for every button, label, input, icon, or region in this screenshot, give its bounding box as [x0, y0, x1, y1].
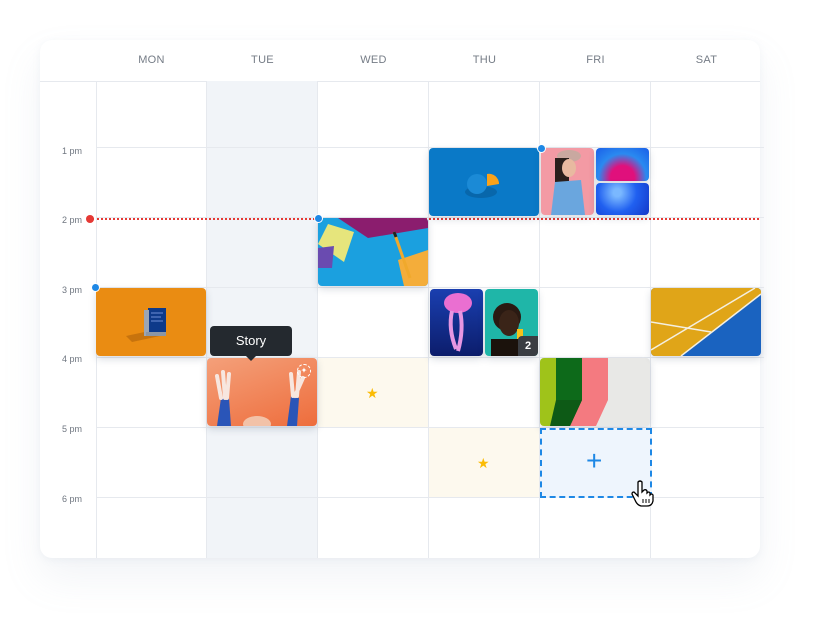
day-header-sat: SAT: [695, 54, 718, 66]
column-divider: [317, 81, 318, 558]
day-header-wed: WED: [360, 54, 387, 66]
highlight-column-tue: [206, 81, 317, 558]
event-wed-paper[interactable]: [318, 218, 428, 286]
day-header-thu: THU: [472, 54, 497, 66]
event-handle[interactable]: [91, 283, 100, 292]
column-divider: [206, 81, 207, 558]
event-handle[interactable]: [537, 144, 546, 153]
current-time-dot: [86, 215, 94, 223]
event-mon-book[interactable]: [96, 288, 206, 356]
calendar-header: MON TUE WED THU FRI SAT: [40, 40, 760, 82]
time-label: 6 pm: [61, 494, 82, 504]
time-label: 1 pm: [61, 146, 82, 156]
orange-image: [465, 173, 500, 198]
jellyfish-image: [444, 293, 472, 352]
star-icon: ★: [477, 455, 490, 471]
story-tooltip: Story: [210, 326, 292, 361]
more-count-badge: 2: [518, 336, 538, 356]
favorite-slot-thu[interactable]: ★: [429, 428, 539, 497]
story-icon: ✦: [297, 364, 311, 378]
favorite-slot-wed[interactable]: ★: [318, 358, 428, 427]
hand-cursor-icon: [631, 480, 654, 507]
time-label: 4 pm: [61, 354, 82, 364]
event-thu-portrait[interactable]: 2: [485, 289, 538, 356]
court-image: [651, 288, 761, 356]
day-header-tue: TUE: [251, 54, 274, 66]
event-sat-court[interactable]: [651, 288, 761, 356]
event-fri-woman[interactable]: [541, 148, 594, 215]
time-label: 3 pm: [61, 285, 82, 295]
stripes-image: [540, 358, 608, 426]
event-fri-stripes[interactable]: [540, 358, 650, 426]
event-tue-story[interactable]: ✦: [207, 358, 317, 426]
book-image: [126, 308, 166, 342]
time-label: 2 pm: [61, 215, 82, 225]
calendar-week-view: MON TUE WED THU FRI SAT 1 pm 2 pm 3 pm 4…: [40, 40, 764, 558]
hour-line: [96, 357, 764, 358]
star-icon: ★: [366, 385, 379, 401]
woman-image: [551, 150, 585, 215]
event-thu-jellyfish[interactable]: [430, 289, 483, 356]
hour-line: [96, 497, 764, 498]
event-thu-orange[interactable]: [429, 148, 539, 216]
paper-image: [318, 218, 428, 286]
time-label: 5 pm: [61, 424, 82, 434]
event-fri-abstract-1[interactable]: [596, 148, 649, 181]
event-fri-abstract-2[interactable]: [596, 183, 649, 215]
day-header-mon: MON: [138, 54, 165, 66]
day-header-fri: FRI: [586, 54, 605, 66]
plus-icon: +: [586, 445, 603, 476]
tooltip-label: Story: [235, 333, 267, 348]
tooltip-arrow: [245, 355, 257, 361]
event-handle[interactable]: [314, 214, 323, 223]
